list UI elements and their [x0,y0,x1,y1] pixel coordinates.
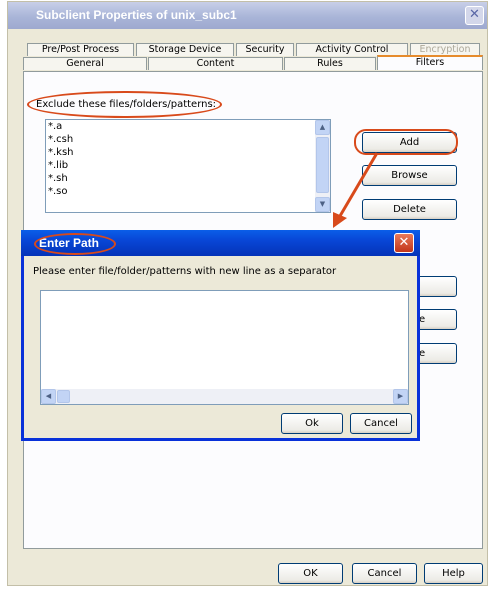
delete-button[interactable]: Delete [362,199,457,220]
path-input-horizontal-scrollbar[interactable]: ◀ ▶ [41,389,408,404]
browse-button[interactable]: Browse [362,165,457,186]
arrow-down-icon[interactable]: ▼ [315,197,330,212]
list-item[interactable]: *.csh [46,133,330,146]
dialog-cancel-button[interactable]: Cancel [350,413,412,434]
annotation-oval-add [354,129,458,155]
list-item[interactable]: *.a [46,120,330,133]
list-item[interactable]: *.so [46,185,330,198]
close-icon[interactable]: ✕ [394,233,414,253]
tab-filters[interactable]: Filters [377,55,483,70]
tab-storage-device[interactable]: Storage Device [136,43,234,56]
dialog-ok-button[interactable]: Ok [281,413,343,434]
dialog-instruction: Please enter file/folder/patterns with n… [33,266,337,277]
annotation-oval-exclude [27,91,222,118]
tab-security[interactable]: Security [236,43,294,56]
path-input-scroll-thumb[interactable] [57,390,70,403]
list-item[interactable]: *.ksh [46,146,330,159]
ok-button[interactable]: OK [278,563,343,584]
window-title: Subclient Properties of unix_subc1 [8,2,487,29]
list-item[interactable]: *.sh [46,172,330,185]
list-item[interactable]: *.lib [46,159,330,172]
help-button[interactable]: Help [424,563,483,584]
list-vertical-scrollbar[interactable]: ▲ ▼ [315,120,330,212]
cancel-button[interactable]: Cancel [352,563,417,584]
list-scroll-thumb[interactable] [316,137,329,193]
tab-general[interactable]: General [23,57,147,70]
arrow-right-icon[interactable]: ▶ [393,389,408,404]
tab-content[interactable]: Content [148,57,283,70]
arrow-left-icon[interactable]: ◀ [41,389,56,404]
enter-path-dialog: Enter Path ✕ Please enter file/folder/pa… [21,230,420,441]
path-input[interactable]: ◀ ▶ [40,290,409,405]
close-icon[interactable]: ✕ [465,6,484,25]
tab-pre-post-process[interactable]: Pre/Post Process [27,43,134,56]
exclude-list[interactable]: *.a *.csh *.ksh *.lib *.sh *.so ▲ ▼ [45,119,331,213]
tab-rules[interactable]: Rules [284,57,376,70]
arrow-up-icon[interactable]: ▲ [315,120,330,135]
annotation-oval-dialog-title [34,233,116,255]
